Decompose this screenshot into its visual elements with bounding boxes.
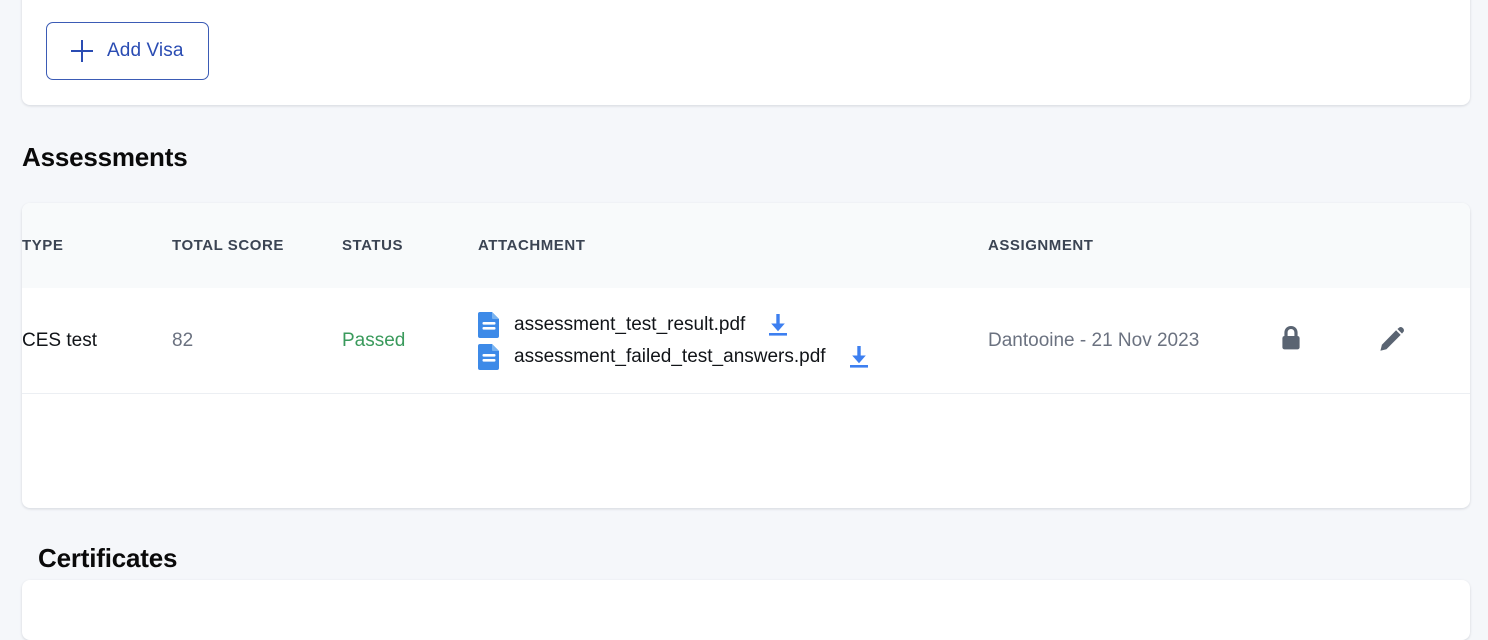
add-visa-button[interactable]: Add Visa [46, 22, 209, 80]
assessments-card: TYPE TOTAL SCORE STATUS ATTACHMENT ASSIG… [22, 203, 1470, 508]
column-header-total-score: TOTAL SCORE [172, 237, 284, 254]
download-icon[interactable] [767, 313, 789, 337]
column-header-assignment: ASSIGNMENT [988, 237, 1094, 254]
plus-icon [71, 40, 93, 62]
pencil-icon [1378, 324, 1406, 352]
assessments-section-title: Assessments [22, 142, 188, 172]
certificates-card [22, 580, 1470, 640]
download-icon[interactable] [848, 345, 870, 369]
add-visa-label: Add Visa [107, 40, 184, 61]
cell-edit [1378, 288, 1470, 394]
column-header-attachment: ATTACHMENT [478, 237, 586, 254]
document-icon [478, 311, 500, 338]
attachment-item: assessment_failed_test_answers.pdf [478, 343, 988, 370]
cell-total-score: 82 [172, 288, 342, 394]
attachment-filename: assessment_test_result.pdf [514, 313, 746, 335]
cell-status: Passed [342, 288, 478, 394]
column-header-type: TYPE [22, 237, 64, 254]
attachment-filename: assessment_failed_test_answers.pdf [514, 345, 826, 367]
attachment-list: assessment_test_result.pdf assessment_fa… [478, 311, 988, 370]
certificates-section-title: Certificates [38, 543, 178, 573]
column-header-lock-spacer [1278, 203, 1378, 288]
column-header-actions-spacer [1378, 203, 1470, 288]
column-header-status: STATUS [342, 237, 404, 254]
document-icon [478, 343, 500, 370]
cell-lock [1278, 288, 1378, 394]
cell-attachment: assessment_test_result.pdf assessment_fa… [478, 288, 988, 394]
cell-assignment: Dantooine - 21 Nov 2023 [988, 288, 1278, 394]
status-badge: Passed [342, 329, 406, 351]
attachment-item: assessment_test_result.pdf [478, 311, 988, 338]
assessments-table: TYPE TOTAL SCORE STATUS ATTACHMENT ASSIG… [22, 203, 1470, 394]
table-row: CES test 82 Passed assessment_test_resul… [22, 288, 1470, 394]
edit-row-button[interactable] [1378, 324, 1406, 352]
assessments-table-body: CES test 82 Passed assessment_test_resul… [22, 288, 1470, 394]
assessments-table-head: TYPE TOTAL SCORE STATUS ATTACHMENT ASSIG… [22, 203, 1470, 288]
visa-card: Add Visa [22, 0, 1470, 105]
table-header-row: TYPE TOTAL SCORE STATUS ATTACHMENT ASSIG… [22, 203, 1470, 288]
lock-icon [1278, 324, 1304, 352]
cell-type: CES test [22, 288, 172, 394]
visa-card-actions: Add Visa [46, 22, 209, 80]
